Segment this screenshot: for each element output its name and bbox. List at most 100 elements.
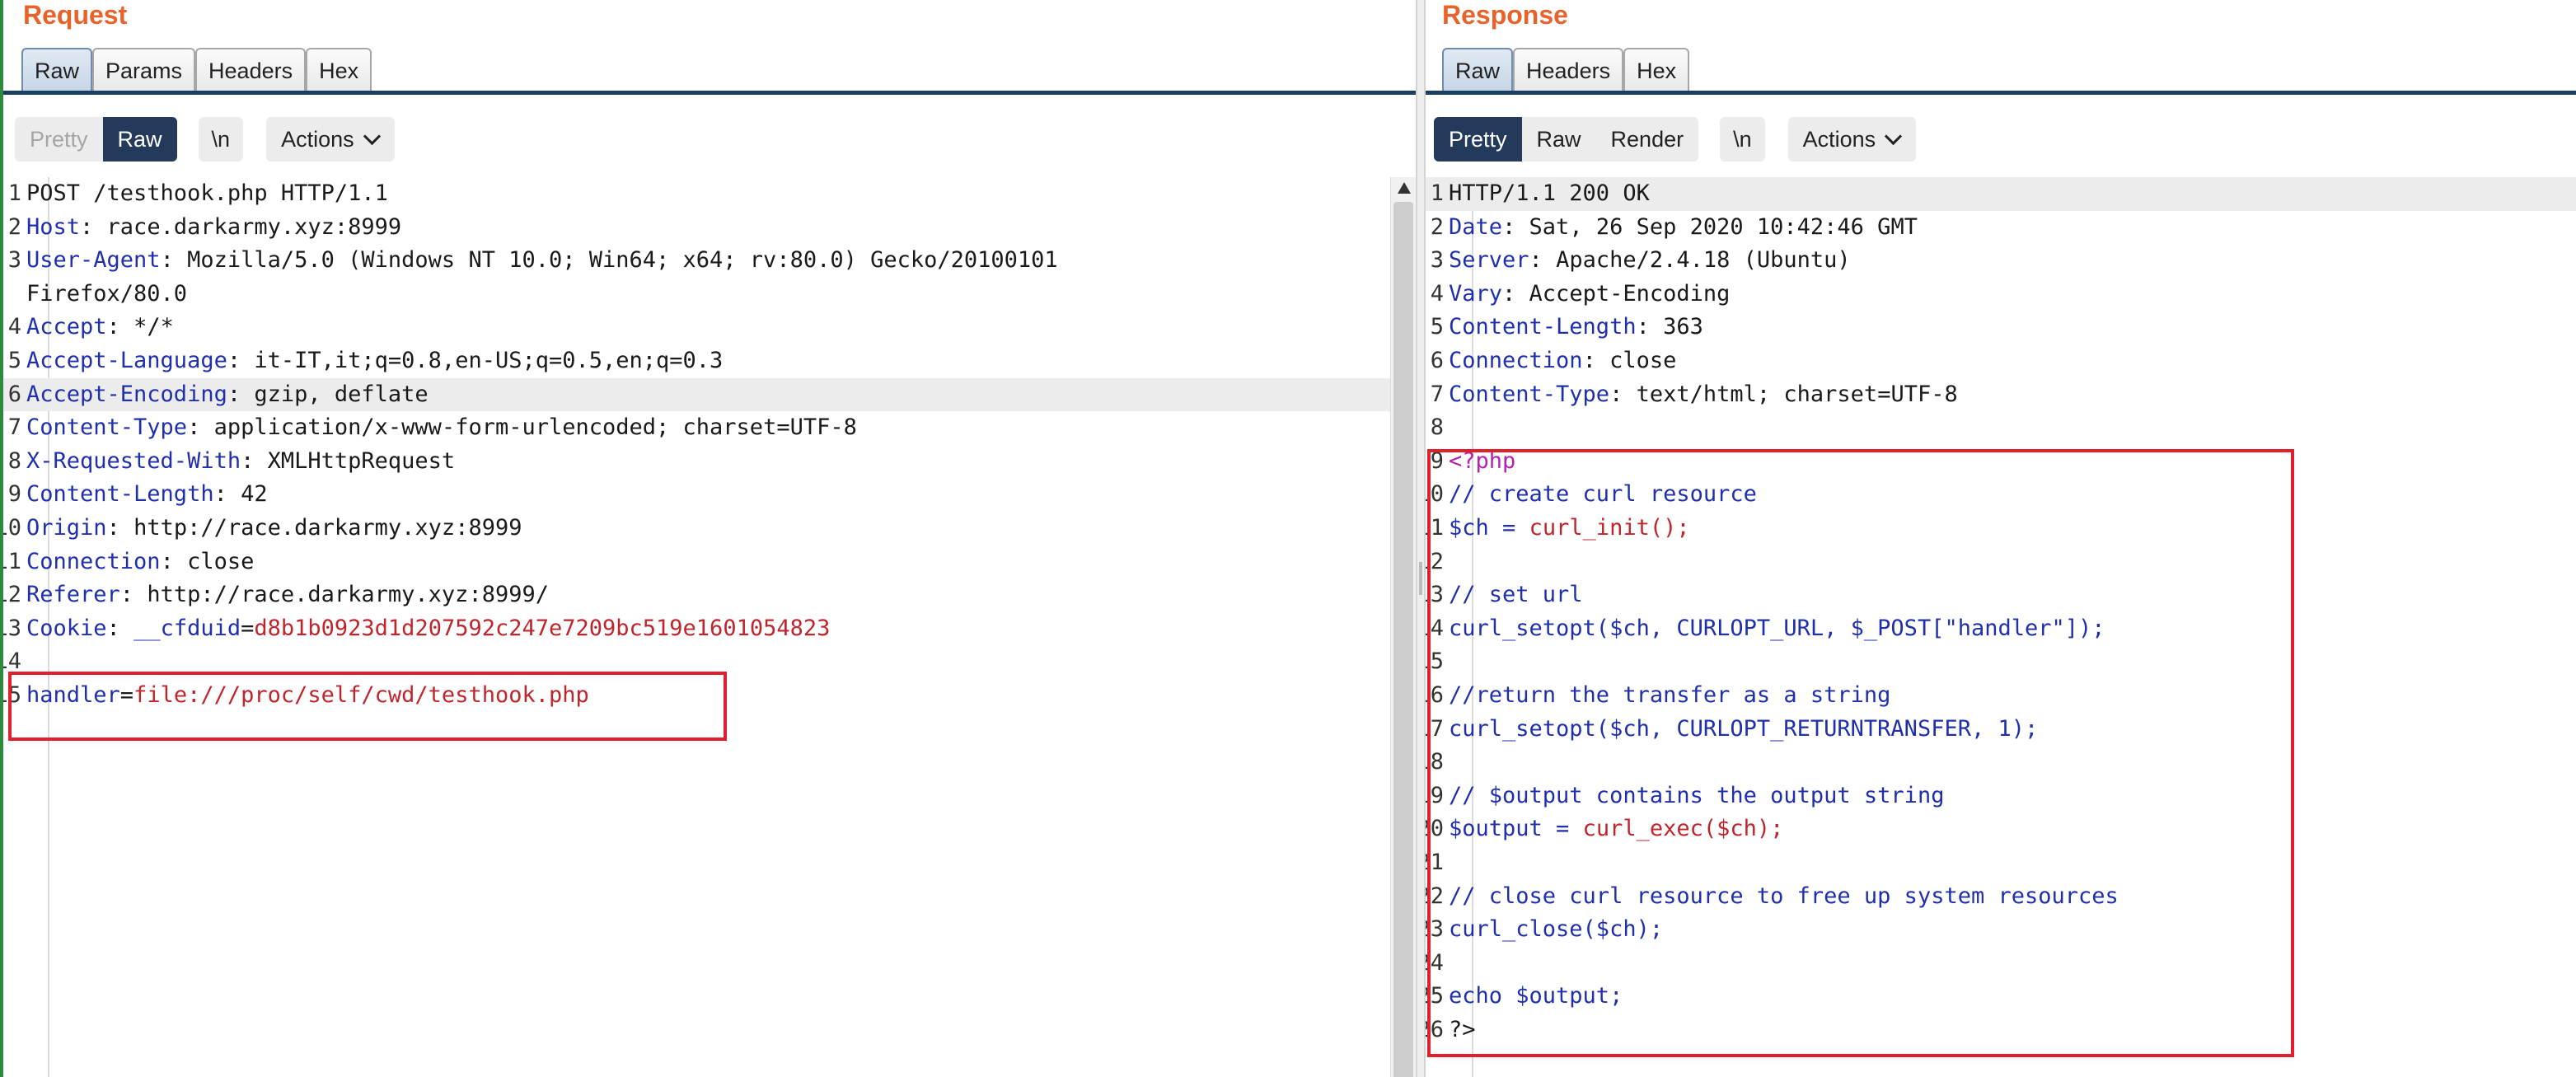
code-line: 2 Date: Sat, 26 Sep 2020 10:42:46 GMT	[1426, 211, 2576, 245]
line-number: 8	[1430, 414, 1444, 441]
tab-response-headers[interactable]: Headers	[1513, 48, 1624, 91]
line-number: 3	[1430, 247, 1444, 274]
line-number: 11	[1426, 515, 1444, 541]
code-line: 3 Server: Apache/2.4.18 (Ubuntu)	[1426, 244, 2576, 278]
body-param-name: handler	[26, 682, 120, 708]
tab-response-hex[interactable]: Hex	[1623, 48, 1690, 91]
splitter-grip[interactable]	[1419, 562, 1422, 595]
code-line: 19// $output contains the output string	[1426, 780, 2576, 813]
code-line: 5 Content-Length: 363	[1426, 311, 2576, 344]
tab-request-hex[interactable]: Hex	[306, 48, 372, 91]
code-line: 15handler=file:///proc/self/cwd/testhook…	[3, 679, 1416, 713]
code-line: 2 Host: race.darkarmy.xyz:8999	[3, 211, 1416, 245]
code-line: 15	[1426, 645, 2576, 679]
code-line: 6 Connection: close	[1426, 344, 2576, 378]
view-mode-toggle: Pretty Raw	[15, 117, 177, 162]
tab-request-params[interactable]: Params	[92, 48, 196, 91]
scrollbar-thumb[interactable]	[1393, 202, 1413, 1077]
vertical-scrollbar[interactable]	[1390, 177, 1416, 1077]
chevron-down-icon	[363, 127, 381, 146]
code-line: 23curl_close($ch);	[1426, 913, 2576, 947]
header-separator: :	[106, 615, 134, 641]
line-number: 6	[7, 381, 21, 407]
line-number: 23	[1426, 916, 1444, 943]
line-number: 7	[1430, 381, 1444, 407]
request-panel: Request Raw Params Headers Hex Pretty Ra…	[3, 0, 1416, 1077]
header-separator: :	[106, 314, 134, 340]
line-number: 11	[3, 548, 21, 574]
code-line: 25echo $output;	[1426, 980, 2576, 1014]
request-editor[interactable]: 1 POST /testhook.php HTTP/1.1 2 Host: race…	[3, 177, 1416, 1077]
line-number: 2	[7, 213, 21, 240]
line-number: 25	[1426, 983, 1444, 1009]
header-value: Apache/2.4.18 (Ubuntu)	[1556, 247, 1851, 274]
pretty-button[interactable]: Pretty	[15, 117, 103, 162]
tab-request-raw[interactable]: Raw	[21, 48, 93, 91]
code-line: 1 POST /testhook.php HTTP/1.1	[3, 177, 1416, 211]
header-name: Accept-Language	[26, 348, 227, 373]
line-number: 22	[1426, 883, 1444, 909]
code-line-highlighted: 6 Accept-Encoding: gzip, deflate	[3, 377, 1416, 412]
code-line-highlighted: 1 HTTP/1.1 200 OK	[1426, 177, 2576, 211]
response-tab-bar: Raw Headers Hex	[1442, 44, 1690, 92]
raw-button[interactable]: Raw	[102, 117, 177, 162]
line-number: 21	[1426, 850, 1444, 875]
code-line: 18	[1426, 746, 2576, 780]
response-panel: Response Raw Headers Hex Pretty Raw Rend…	[1426, 0, 2576, 1077]
line-number: 14	[3, 649, 21, 675]
header-separator: :	[227, 381, 255, 407]
line-number: 7	[7, 414, 21, 441]
line-number: 4	[1430, 280, 1444, 307]
code-variable: $ch	[1449, 515, 1489, 541]
code-line: 12Referer: http://race.darkarmy.xyz:8999…	[3, 578, 1416, 612]
pretty-button[interactable]: Pretty	[1434, 117, 1522, 162]
line-number: 14	[1426, 615, 1444, 641]
actions-label: Actions	[281, 127, 354, 152]
newline-toggle-button[interactable]: \n	[198, 117, 244, 162]
header-name: Accept-Encoding	[26, 381, 227, 407]
actions-button[interactable]: Actions	[1787, 117, 1917, 162]
code-line: 11$ch = curl_init();	[1426, 512, 2576, 546]
code-line: 22// close curl resource to free up syst…	[1426, 880, 2576, 914]
code-line: 26?>	[1426, 1014, 2576, 1047]
code-line: 21	[1426, 846, 2576, 880]
response-editor[interactable]: 1 HTTP/1.1 200 OK 2 Date: Sat, 26 Sep 2020…	[1426, 177, 2576, 1077]
scroll-up-arrow-icon[interactable]	[1398, 182, 1411, 194]
header-name: Referer	[26, 582, 120, 608]
raw-button[interactable]: Raw	[1521, 117, 1596, 162]
header-name: Server	[1449, 247, 1529, 274]
cookie-equals: =	[241, 615, 255, 641]
line-number: 6	[1430, 348, 1444, 373]
line-number: 9	[1430, 447, 1444, 474]
line-number: 16	[1426, 682, 1444, 708]
code-comment: //return the transfer as a string	[1449, 682, 1891, 708]
header-value: it-IT,it;q=0.8,en-US;q=0.5,en;q=0.3	[254, 348, 724, 373]
code-line: 20$output = curl_exec($ch);	[1426, 812, 2576, 846]
tab-response-raw[interactable]: Raw	[1442, 48, 1514, 91]
code-comment: // close curl resource to free up system…	[1449, 883, 2119, 909]
cookie-value: d8b1b0923d1d207592c247e7209bc519e1601054…	[254, 615, 831, 641]
code-line: 9 <?php	[1426, 445, 2576, 479]
header-value: XMLHttpRequest	[267, 447, 456, 474]
render-button[interactable]: Render	[1595, 117, 1699, 162]
code-line: 10// create curl resource	[1426, 478, 2576, 512]
code-line: 14	[3, 645, 1416, 679]
header-separator: :	[227, 348, 255, 373]
panel-splitter[interactable]	[1416, 0, 1426, 1077]
code-statement: echo $output;	[1449, 983, 1623, 1009]
header-name: X-Requested-With	[26, 447, 241, 474]
header-separator: :	[106, 515, 134, 541]
line-number: 12	[1426, 548, 1444, 574]
code-line: 16//return the transfer as a string	[1426, 679, 2576, 713]
newline-toggle-button[interactable]: \n	[1720, 117, 1765, 162]
code-line: 4 Vary: Accept-Encoding	[1426, 278, 2576, 311]
code-line: 12	[1426, 546, 2576, 579]
header-value: application/x-www-form-urlencoded; chars…	[213, 414, 857, 441]
tab-request-headers[interactable]: Headers	[195, 48, 307, 91]
header-name: Connection	[26, 548, 161, 574]
code-comment: // set url	[1449, 582, 1583, 608]
line-number: 12	[3, 582, 21, 608]
code-operator: =	[1488, 515, 1529, 541]
header-name: Content-Length	[1449, 314, 1637, 340]
actions-button[interactable]: Actions	[266, 117, 395, 162]
